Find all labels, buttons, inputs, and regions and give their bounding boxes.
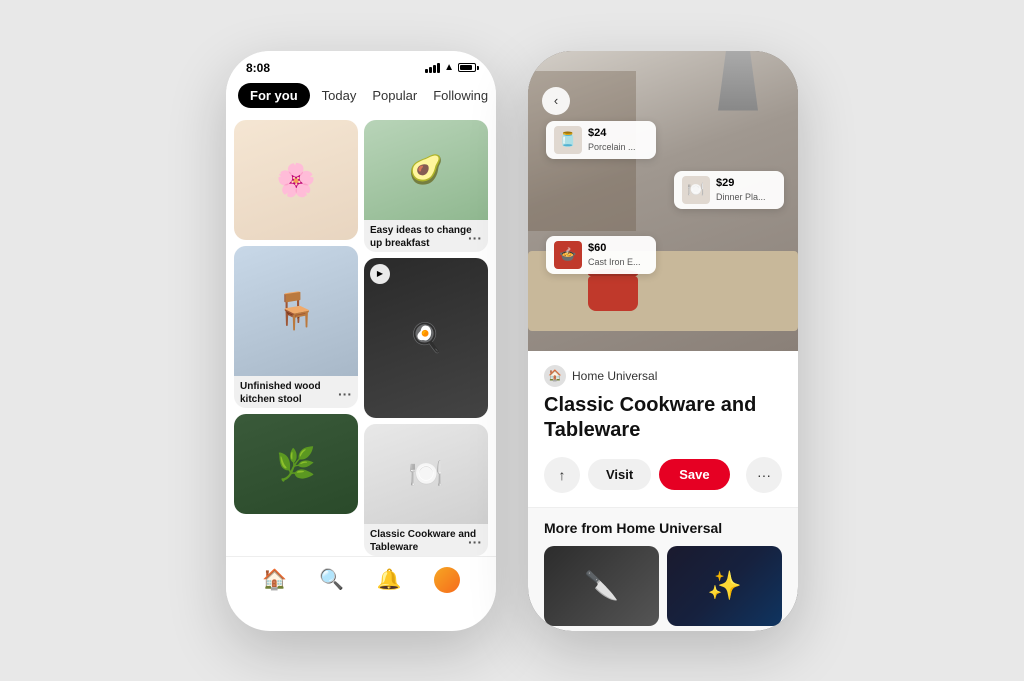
tab-following[interactable]: Following — [429, 83, 492, 108]
product-tag-1[interactable]: 🫙 $24 Porcelain ... — [546, 121, 656, 159]
save-button[interactable]: Save — [659, 459, 729, 490]
avatar[interactable] — [434, 567, 460, 593]
pin-stool-more[interactable]: ··· — [338, 386, 352, 402]
product-tag-3-price: $60 — [588, 241, 641, 256]
product-tag-2[interactable]: 🍽️ $29 Dinner Pla... — [674, 171, 784, 209]
status-icons: ▲ — [425, 62, 476, 73]
product-tag-2-name: Dinner Pla... — [716, 191, 766, 204]
brand-row: 🏠 Home Universal — [544, 365, 782, 387]
visit-button[interactable]: Visit — [588, 459, 651, 490]
pin-stool[interactable]: 🪑 Unfinished wood kitchen stool ··· — [234, 246, 358, 408]
pin-leaves[interactable]: 🌿 — [234, 414, 358, 514]
pin-cookware-image: 🍽️ — [364, 424, 488, 524]
pot-red — [588, 276, 638, 311]
product-tag-3-image: 🍲 — [554, 241, 582, 269]
pin-leaves-image: 🌿 — [234, 414, 358, 514]
right-phone: ‹ 🫙 $24 Porcelain ... 🍽️ $29 Dinner Pla.… — [528, 51, 798, 631]
pin-flowers-image: 🌸 — [234, 120, 358, 240]
signal-icon — [425, 63, 440, 73]
kitchen-lamp — [718, 51, 758, 111]
product-tag-3[interactable]: 🍲 $60 Cast Iron E... — [546, 236, 656, 274]
more-thumb-knives[interactable]: 🔪 — [544, 546, 659, 626]
wifi-icon: ▲ — [444, 62, 454, 73]
product-tag-1-image: 🫙 — [554, 126, 582, 154]
product-tag-1-name: Porcelain ... — [588, 141, 636, 154]
pin-kitchen-shelf[interactable]: 🍳 ▶ — [364, 258, 488, 418]
product-tag-1-info: $24 Porcelain ... — [588, 126, 636, 154]
more-thumb-lights[interactable]: ✨ — [667, 546, 782, 626]
product-tag-2-image: 🍽️ — [682, 176, 710, 204]
product-title: Classic Cookware and Tableware — [544, 393, 782, 443]
status-time: 8:08 — [246, 61, 270, 75]
pin-avocado-more[interactable]: ··· — [468, 230, 482, 246]
more-section-title: More from Home Universal — [544, 520, 782, 536]
nav-tabs: For you Today Popular Following Re... — [226, 79, 496, 116]
pin-avocado-image: 🥑 — [364, 120, 488, 220]
more-section: More from Home Universal 🔪 ✨ — [528, 507, 798, 631]
product-tag-1-price: $24 — [588, 126, 636, 141]
search-icon[interactable]: 🔍 — [319, 567, 344, 592]
bottom-nav: 🏠 🔍 🔔 — [226, 556, 496, 609]
brand-name: Home Universal — [572, 369, 657, 383]
battery-icon — [458, 63, 476, 72]
pin-cookware-more[interactable]: ··· — [468, 534, 482, 550]
home-icon[interactable]: 🏠 — [262, 567, 287, 592]
action-row: ↑ Visit Save ··· — [544, 457, 782, 493]
brand-icon: 🏠 — [544, 365, 566, 387]
back-button[interactable]: ‹ — [542, 87, 570, 115]
left-phone: 8:08 ▲ For you Today Popular Following R… — [226, 51, 496, 631]
hero-image: ‹ 🫙 $24 Porcelain ... 🍽️ $29 Dinner Pla.… — [528, 51, 798, 351]
lights-icon: ✨ — [707, 569, 742, 602]
status-bar-left: 8:08 ▲ — [226, 51, 496, 79]
product-tag-2-price: $29 — [716, 176, 766, 191]
pin-flowers[interactable]: 🌸 — [234, 120, 358, 240]
knives-icon: 🔪 — [584, 569, 619, 602]
pin-grid: 🌸 🪑 Unfinished wood kitchen stool ··· 🌿 … — [226, 116, 496, 556]
bell-icon[interactable]: 🔔 — [377, 567, 402, 592]
share-button[interactable]: ↑ — [544, 457, 580, 493]
product-tag-3-name: Cast Iron E... — [588, 256, 641, 269]
pin-cookware[interactable]: 🍽️ Classic Cookware and Tableware ··· — [364, 424, 488, 556]
product-tag-3-info: $60 Cast Iron E... — [588, 241, 641, 269]
pin-avocado[interactable]: 🥑 Easy ideas to change up breakfast ··· — [364, 120, 488, 252]
phones-container: 8:08 ▲ For you Today Popular Following R… — [226, 51, 798, 631]
detail-section: 🏠 Home Universal Classic Cookware and Ta… — [528, 351, 798, 507]
tab-today[interactable]: Today — [318, 83, 361, 108]
product-tag-2-info: $29 Dinner Pla... — [716, 176, 766, 204]
more-grid: 🔪 ✨ — [544, 546, 782, 626]
masonry-col-right: 🥑 Easy ideas to change up breakfast ··· … — [364, 120, 488, 552]
masonry-col-left: 🌸 🪑 Unfinished wood kitchen stool ··· 🌿 — [234, 120, 358, 552]
battery-fill — [460, 65, 472, 70]
tab-for-you[interactable]: For you — [238, 83, 310, 108]
pin-stool-image: 🪑 — [234, 246, 358, 376]
tab-popular[interactable]: Popular — [368, 83, 421, 108]
more-options-button[interactable]: ··· — [746, 457, 782, 493]
play-icon[interactable]: ▶ — [370, 264, 390, 284]
